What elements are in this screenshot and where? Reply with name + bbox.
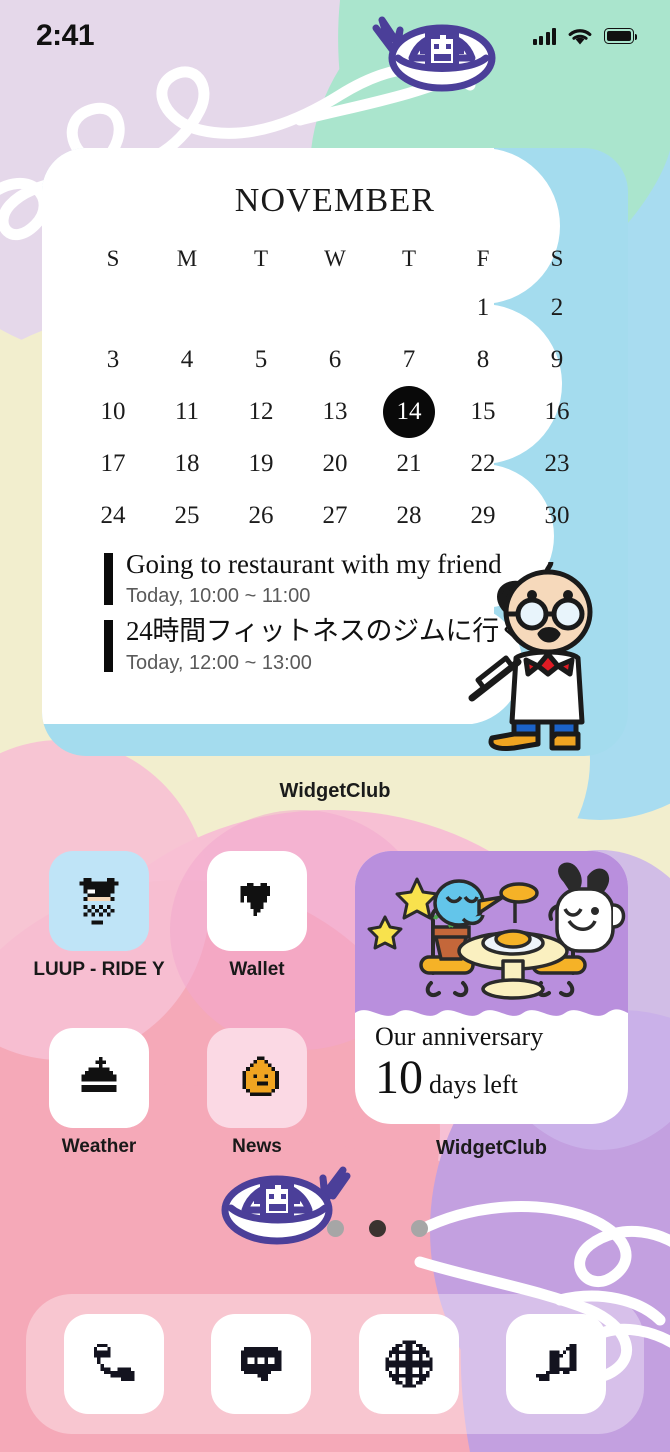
calendar-day[interactable]: 23 [520,438,594,490]
calendar-day[interactable]: 6 [298,334,372,386]
calendar-day[interactable]: 2 [520,282,594,334]
anniversary-title: Our anniversary [375,1022,544,1052]
calendar-day[interactable]: 5 [224,334,298,386]
page-dot[interactable] [368,1220,386,1237]
heart-pixel-icon[interactable] [207,851,307,951]
calendar-weekday: W [324,246,346,271]
dock-app-phone[interactable] [63,1314,164,1414]
calendar-day-empty [224,282,298,334]
dock-app-messages[interactable] [211,1314,312,1414]
calendar-day[interactable]: 18 [150,438,224,490]
app-news[interactable]: News [207,1028,307,1158]
dock-app-music[interactable] [506,1314,607,1414]
calendar-day[interactable]: 8 [446,334,520,386]
battery-full-icon [604,28,638,44]
calendar-day[interactable]: 12 [224,386,298,438]
cake-pixel-icon[interactable] [49,1028,149,1128]
calendar-day[interactable]: 11 [150,386,224,438]
calendar-day[interactable]: 24 [76,490,150,542]
anniversary-count: 10 [375,1051,423,1104]
app-label: Weather [61,1136,137,1157]
calendar-weekday: F [476,246,490,271]
calendar-day[interactable]: 4 [150,334,224,386]
calendar-day[interactable]: 13 [298,386,372,438]
calendar-day[interactable]: 10 [76,386,150,438]
cellular-bars-icon [532,27,556,45]
calendar-day[interactable]: 19 [224,438,298,490]
widgetclub-hat-mascot-icon [364,16,512,96]
anniversary-unit: days left [429,1070,518,1099]
calendar-day[interactable]: 20 [298,438,372,490]
calendar-day[interactable]: 30 [520,490,594,542]
page-dot[interactable] [410,1220,428,1237]
calendar-day[interactable]: 28 [372,490,446,542]
app-label: LUUP - RIDE Y [33,959,165,980]
dock-app-safari[interactable] [358,1314,459,1414]
birds-at-table-illustration [355,861,628,1021]
event-color-bar [104,619,113,672]
calendar-day[interactable]: 26 [224,490,298,542]
calendar-day[interactable]: 16 [520,386,594,438]
anniversary-widget[interactable]: Our anniversary 10 days left [355,851,628,1124]
status-bar: 2:41 [0,0,670,72]
app-luup[interactable]: LUUP - RIDE Y [33,851,165,981]
app-weather[interactable]: Weather [49,1028,149,1158]
calendar-day[interactable]: 7 [372,334,446,386]
calendar-weekday: S [550,246,564,271]
status-clock: 2:41 [36,19,95,52]
scooter-pixel-icon[interactable] [49,851,149,951]
calendar-day[interactable]: 15 [446,386,520,438]
calendar-widget[interactable]: NOVEMBER S M T W T F S 1 2 3 4 5 6 7 8 9 10 11 12 13 14 15 16 1… [42,148,628,756]
calendar-day-grid[interactable]: S M T W T F S 1 2 3 4 5 6 7 8 9 10 11 12 13 14 15 16 17 18 19 20 21… [76,236,594,542]
calendar-day-empty [76,282,150,334]
calendar-weekday: S [106,246,120,271]
calendar-day[interactable]: 21 [372,438,446,490]
wifi-icon [568,28,592,44]
calendar-weekday: T [253,246,269,271]
calendar-weekday: M [176,246,198,271]
dock [26,1294,644,1434]
calendar-day-empty [372,282,446,334]
calendar-day-today[interactable]: 14 [372,386,446,438]
widgetclub-hat-mascot-icon [205,1166,355,1248]
calendar-month-title: NOVEMBER [234,182,436,219]
calendar-day[interactable]: 25 [150,490,224,542]
professor-character-illustration [452,545,622,752]
app-label: Wallet [229,959,285,980]
calendar-day[interactable]: 27 [298,490,372,542]
calendar-day-empty [298,282,372,334]
app-label: News [232,1136,282,1157]
anniversary-widget-label: WidgetClub [436,1137,547,1159]
event-color-bar [104,553,113,605]
calendar-day-empty [150,282,224,334]
calendar-day[interactable]: 22 [446,438,520,490]
calendar-day[interactable]: 3 [76,334,150,386]
calendar-weekday: T [401,246,417,271]
calendar-day[interactable]: 9 [520,334,594,386]
calendar-day[interactable]: 29 [446,490,520,542]
chick-pixel-icon[interactable] [207,1028,307,1128]
calendar-day[interactable]: 17 [76,438,150,490]
calendar-day[interactable]: 1 [446,282,520,334]
app-wallet[interactable]: Wallet [207,851,307,981]
calendar-widget-label: WidgetClub [279,780,391,802]
